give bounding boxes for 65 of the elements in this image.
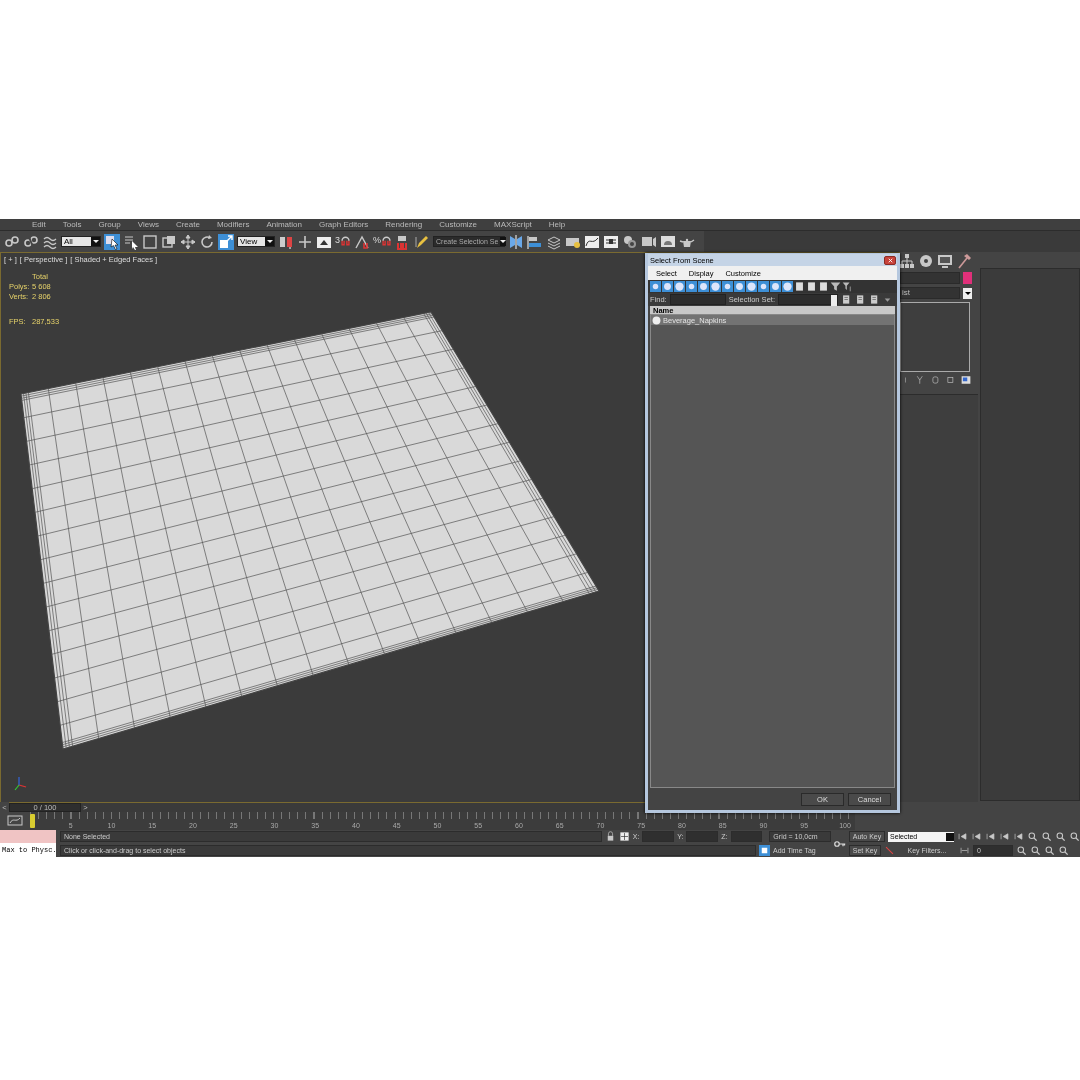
menu-item[interactable]: Create	[175, 220, 200, 229]
menu-item[interactable]: Help	[548, 220, 566, 229]
render-frame-icon[interactable]	[660, 233, 677, 250]
unlink-icon[interactable]	[23, 233, 39, 250]
zoom-icon[interactable]	[1027, 831, 1038, 843]
mini-curve-editor-icon[interactable]	[7, 813, 23, 829]
y-coordinate-field[interactable]	[686, 831, 719, 843]
go-to-start-icon[interactable]	[957, 831, 968, 843]
pencil-icon[interactable]	[414, 233, 431, 250]
configure-icon[interactable]	[960, 375, 972, 385]
rotate-icon[interactable]	[199, 233, 215, 250]
add-set-icon[interactable]	[854, 294, 866, 305]
menu-item[interactable]: Rendering	[385, 220, 423, 229]
x-coordinate-field[interactable]	[642, 831, 675, 843]
menu-item[interactable]: Graph Editors	[318, 220, 369, 229]
align-icon[interactable]	[527, 233, 544, 250]
listener-input-field[interactable]	[0, 830, 56, 843]
absolute-mode-icon[interactable]	[618, 831, 630, 843]
motion-icon[interactable]	[918, 253, 934, 269]
sphere-icon[interactable]	[650, 281, 661, 292]
menu-item[interactable]: Customize	[439, 220, 478, 229]
rectangle-selection-icon[interactable]	[142, 233, 158, 250]
snap-label: 3	[335, 234, 340, 245]
close-button[interactable]	[884, 255, 896, 265]
crosshair-icon[interactable]	[297, 233, 313, 250]
monitor-icon[interactable]	[937, 253, 953, 269]
previous-key-icon[interactable]	[971, 831, 982, 843]
modifier-stack-list[interactable]	[900, 302, 970, 372]
window-crossing-icon[interactable]	[161, 233, 177, 250]
object-icon	[652, 315, 661, 325]
select-object-icon[interactable]	[104, 233, 120, 250]
mirror-icon[interactable]	[508, 233, 525, 250]
menu-item[interactable]: Group	[98, 220, 121, 229]
curve-editor-icon[interactable]	[584, 233, 601, 250]
move-icon[interactable]	[180, 233, 196, 250]
dope-sheet-icon[interactable]	[603, 233, 620, 250]
find-field[interactable]	[669, 294, 726, 305]
select-by-name-icon[interactable]	[123, 233, 139, 250]
hierarchy-icon[interactable]	[899, 253, 915, 269]
create-set-icon[interactable]	[840, 294, 852, 305]
scale-icon[interactable]	[218, 233, 234, 250]
cylinder-icon[interactable]	[930, 375, 942, 385]
reference-coordinate-dropdown[interactable]: View	[237, 236, 275, 247]
hammer-icon[interactable]	[956, 253, 972, 269]
time-tag-icon[interactable]	[759, 844, 770, 856]
material-editor-icon[interactable]	[622, 233, 639, 250]
menu-item[interactable]: Animation	[266, 220, 302, 229]
sort-icon[interactable]	[842, 281, 853, 292]
angle-snap-icon[interactable]	[354, 233, 370, 250]
menu-item[interactable]: Modifiers	[216, 220, 250, 229]
selection-filter-dropdown[interactable]: All	[61, 236, 101, 247]
object-name-field[interactable]	[900, 272, 960, 284]
snap-label: %	[373, 234, 382, 245]
z-coordinate-field[interactable]	[730, 831, 763, 843]
object-color-swatch[interactable]	[963, 272, 972, 284]
menu-item[interactable]: Views	[137, 220, 159, 229]
selection-set-dropdown[interactable]	[777, 294, 838, 305]
link-icon[interactable]	[4, 233, 20, 250]
caret-icon[interactable]	[882, 295, 892, 304]
menu-item[interactable]: MAXScript	[494, 220, 532, 229]
menu-item[interactable]: Tools	[62, 220, 82, 229]
close-icon	[886, 256, 894, 264]
remove-set-icon[interactable]	[868, 294, 880, 305]
menu-item[interactable]: Edit	[32, 220, 46, 229]
current-frame-marker[interactable]	[30, 814, 35, 828]
